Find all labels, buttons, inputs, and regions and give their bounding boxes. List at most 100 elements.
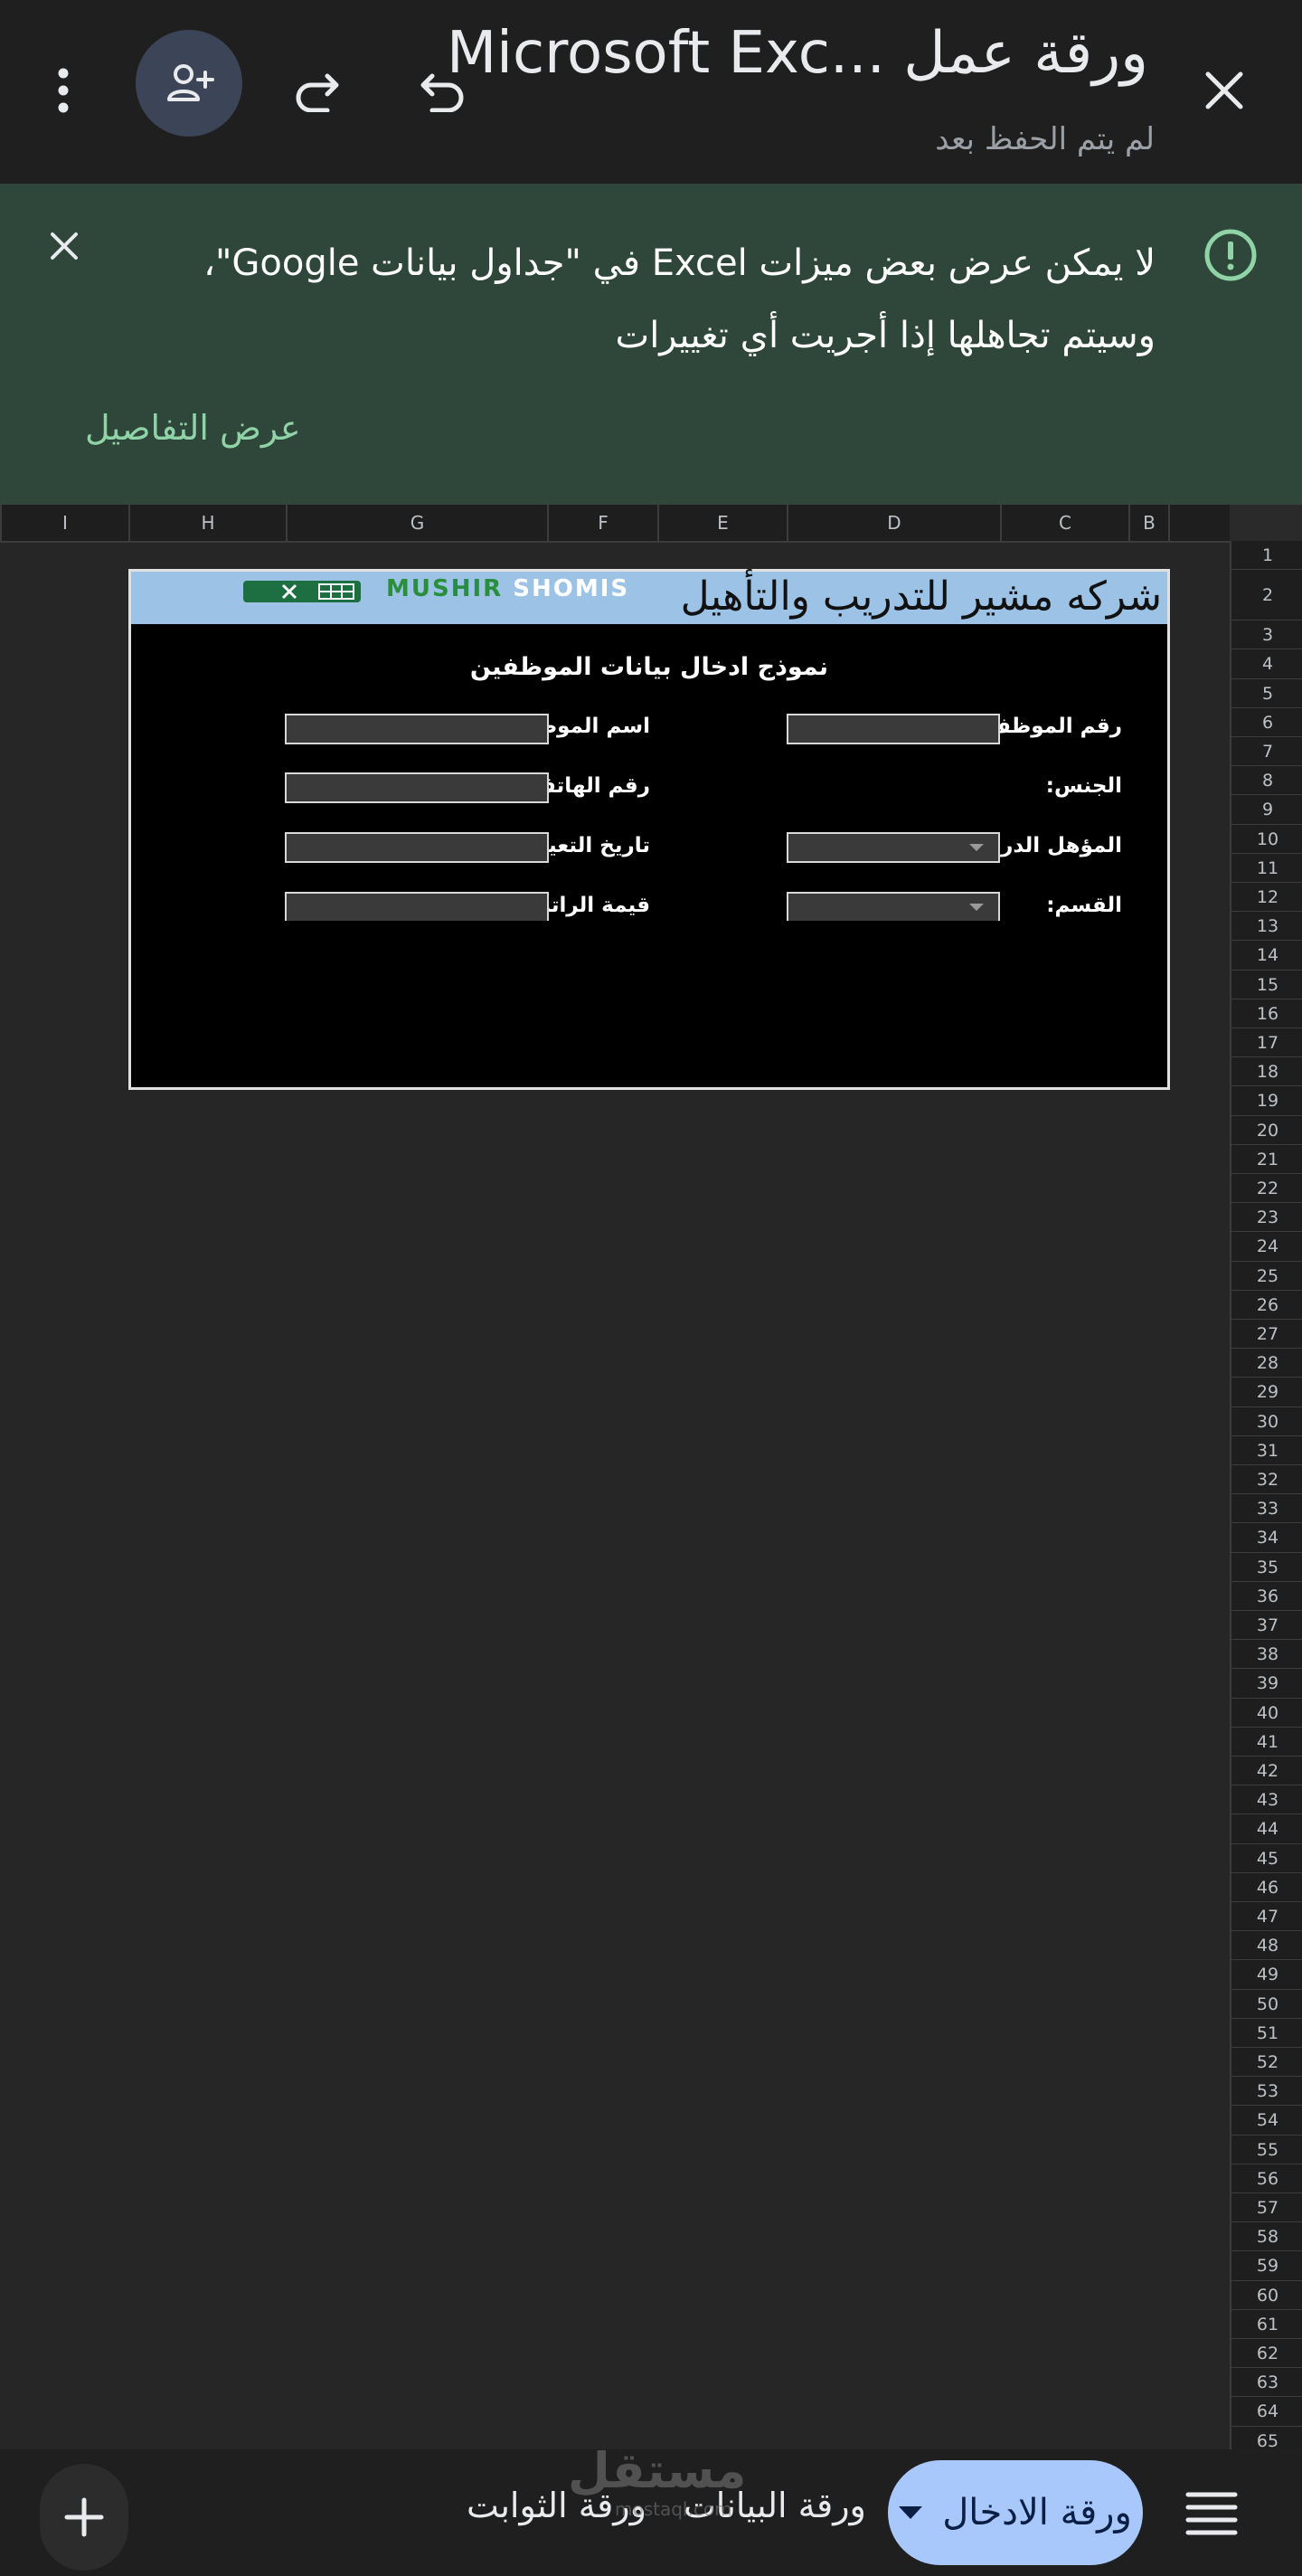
hire-date-field[interactable] xyxy=(285,832,549,863)
row-header[interactable]: 55 xyxy=(1231,2136,1302,2164)
row-header[interactable]: 4 xyxy=(1231,649,1302,679)
row-header[interactable]: 35 xyxy=(1231,1553,1302,1582)
row-header[interactable]: 33 xyxy=(1231,1494,1302,1524)
redo-icon xyxy=(296,73,339,112)
column-header[interactable]: F xyxy=(547,505,657,541)
row-header[interactable]: 26 xyxy=(1231,1291,1302,1320)
row-header[interactable]: 14 xyxy=(1231,941,1302,971)
form-heading: نموذج ادخال بيانات الموظفين xyxy=(469,653,829,681)
row-header[interactable]: 24 xyxy=(1231,1232,1302,1262)
employee-name-field[interactable] xyxy=(285,714,549,744)
row-header[interactable]: 31 xyxy=(1231,1436,1302,1465)
row-header[interactable]: 56 xyxy=(1231,2164,1302,2193)
row-header[interactable]: 30 xyxy=(1231,1407,1302,1436)
plus-icon xyxy=(64,2497,104,2537)
row-header[interactable]: 9 xyxy=(1231,795,1302,825)
row-header[interactable]: 42 xyxy=(1231,1757,1302,1786)
row-header[interactable]: 59 xyxy=(1231,2251,1302,2281)
row-header[interactable]: 38 xyxy=(1231,1640,1302,1670)
row-header[interactable]: 13 xyxy=(1231,912,1302,942)
row-header[interactable]: 57 xyxy=(1231,2193,1302,2223)
row-header[interactable]: 3 xyxy=(1231,620,1302,650)
active-sheet-tab[interactable]: ورقة الادخال xyxy=(888,2460,1143,2565)
row-header[interactable]: 58 xyxy=(1231,2222,1302,2252)
dismiss-banner-button[interactable] xyxy=(36,218,92,274)
row-header[interactable]: 40 xyxy=(1231,1699,1302,1728)
row-header[interactable]: 17 xyxy=(1231,1028,1302,1058)
row-header[interactable]: 61 xyxy=(1231,2310,1302,2339)
department-dropdown[interactable] xyxy=(787,892,1000,921)
row-header[interactable]: 49 xyxy=(1231,1960,1302,1990)
document-title[interactable]: ورقة عمل ...Microsoft Exc xyxy=(447,20,1148,87)
row-header[interactable]: 21 xyxy=(1231,1145,1302,1174)
view-details-link[interactable]: عرض التفاصيل xyxy=(85,408,301,448)
row-header[interactable]: 8 xyxy=(1231,766,1302,796)
column-header[interactable]: D xyxy=(787,505,1000,541)
row-header[interactable]: 50 xyxy=(1231,1990,1302,2019)
column-header[interactable]: G xyxy=(286,505,547,541)
close-button[interactable] xyxy=(1179,45,1269,136)
employee-number-field[interactable] xyxy=(787,714,1000,744)
row-header[interactable]: 6 xyxy=(1231,708,1302,737)
all-sheets-menu-icon[interactable] xyxy=(1184,2489,1239,2536)
row-header[interactable]: 7 xyxy=(1231,737,1302,767)
undo-button[interactable] xyxy=(398,45,488,136)
row-header[interactable]: 64 xyxy=(1231,2397,1302,2427)
row-header[interactable]: 16 xyxy=(1231,999,1302,1028)
row-header[interactable]: 62 xyxy=(1231,2339,1302,2369)
row-header[interactable]: 27 xyxy=(1231,1320,1302,1350)
row-header[interactable]: 23 xyxy=(1231,1203,1302,1233)
employee-form-image[interactable]: شركه مشير للتدريب والتأهيل MUSHIR SHOMIS… xyxy=(128,569,1170,1090)
row-header[interactable]: 22 xyxy=(1231,1174,1302,1204)
row-header[interactable]: 32 xyxy=(1231,1465,1302,1495)
row-header[interactable]: 47 xyxy=(1231,1902,1302,1932)
row-header[interactable]: 46 xyxy=(1231,1873,1302,1902)
row-header[interactable]: 65 xyxy=(1231,2427,1302,2449)
row-header[interactable]: 28 xyxy=(1231,1349,1302,1378)
row-header[interactable]: 51 xyxy=(1231,2019,1302,2048)
row-header[interactable]: 63 xyxy=(1231,2368,1302,2398)
select-all-corner[interactable] xyxy=(1230,505,1302,541)
row-header[interactable]: 18 xyxy=(1231,1057,1302,1087)
row-header[interactable]: 43 xyxy=(1231,1785,1302,1815)
row-header[interactable]: 20 xyxy=(1231,1116,1302,1145)
column-header[interactable] xyxy=(1168,505,1230,541)
row-header[interactable]: 19 xyxy=(1231,1086,1302,1116)
row-header[interactable]: 37 xyxy=(1231,1611,1302,1641)
qualification-dropdown[interactable] xyxy=(787,832,1000,863)
row-header[interactable]: 44 xyxy=(1231,1814,1302,1844)
row-header[interactable]: 12 xyxy=(1231,883,1302,913)
gender-label: الجنس: xyxy=(1045,774,1122,798)
row-header[interactable]: 54 xyxy=(1231,2106,1302,2136)
add-sheet-button[interactable] xyxy=(40,2464,128,2571)
row-header[interactable]: 2 xyxy=(1231,570,1302,621)
salary-field[interactable] xyxy=(285,892,549,921)
row-headers: 1 2 3 4 5 6 7 8 9 10 11 12 13 14 15 16 17 18 19 20 21 22 23 24 2… xyxy=(1230,541,1302,2449)
column-header[interactable]: H xyxy=(128,505,286,541)
column-header[interactable]: C xyxy=(1000,505,1128,541)
share-button[interactable] xyxy=(136,30,242,137)
more-options-button[interactable] xyxy=(18,45,108,136)
row-header[interactable]: 60 xyxy=(1231,2281,1302,2310)
column-header[interactable]: I xyxy=(0,505,128,541)
app-bar: ورقة عمل ...Microsoft Exc لم يتم الحفظ ب… xyxy=(0,0,1302,184)
row-header[interactable]: 39 xyxy=(1231,1669,1302,1699)
row-header[interactable]: 1 xyxy=(1231,541,1302,571)
row-header[interactable]: 48 xyxy=(1231,1931,1302,1961)
row-header[interactable]: 34 xyxy=(1231,1523,1302,1553)
phone-field[interactable] xyxy=(285,772,549,803)
row-header[interactable]: 25 xyxy=(1231,1262,1302,1291)
row-header[interactable]: 53 xyxy=(1231,2077,1302,2107)
row-header[interactable]: 45 xyxy=(1231,1844,1302,1873)
column-header[interactable]: B xyxy=(1128,505,1168,541)
redo-button[interactable] xyxy=(271,45,362,136)
row-header[interactable]: 11 xyxy=(1231,854,1302,883)
row-header[interactable]: 29 xyxy=(1231,1378,1302,1407)
row-header[interactable]: 15 xyxy=(1231,971,1302,999)
row-header[interactable]: 10 xyxy=(1231,825,1302,854)
column-header[interactable]: E xyxy=(657,505,787,541)
row-header[interactable]: 5 xyxy=(1231,679,1302,708)
row-header[interactable]: 52 xyxy=(1231,2048,1302,2078)
row-header[interactable]: 36 xyxy=(1231,1582,1302,1611)
row-header[interactable]: 41 xyxy=(1231,1728,1302,1757)
